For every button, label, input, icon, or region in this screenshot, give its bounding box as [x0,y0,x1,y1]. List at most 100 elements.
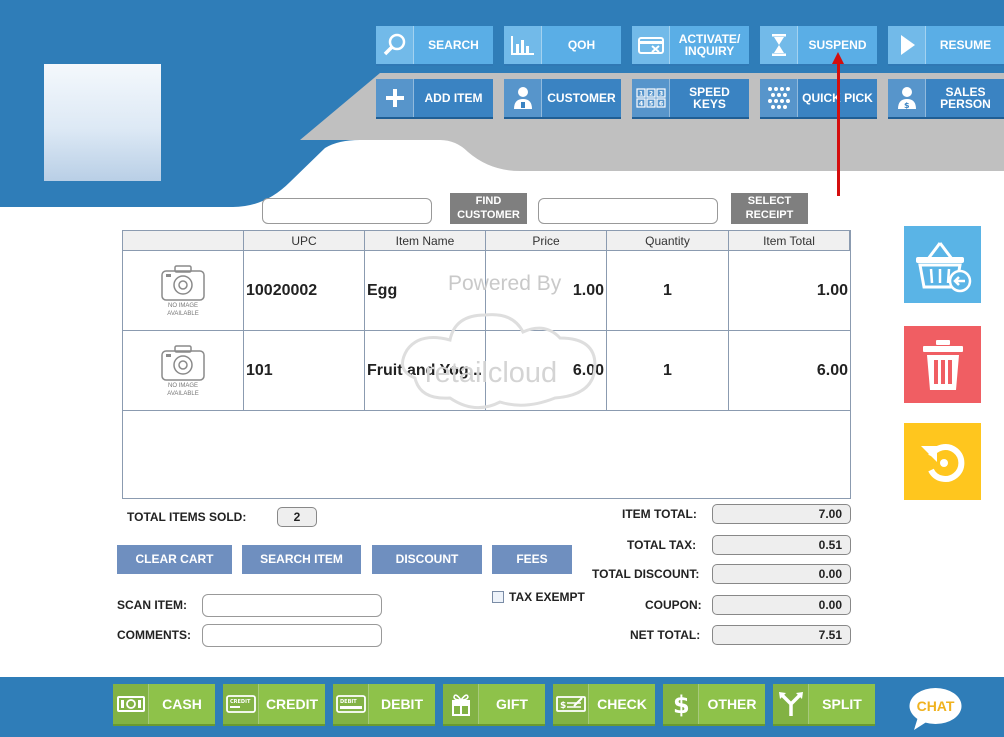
upc-cell: 101 [244,331,365,410]
cash-label: CASH [162,696,202,712]
add-item-button[interactable]: ADD ITEM [376,79,493,119]
hourglass-icon [760,26,798,64]
coupon-label: COUPON: [645,598,702,612]
total-tax-label: TOTAL TAX: [627,538,697,552]
clear-cart-button[interactable]: CLEAR CART [117,545,232,574]
credit-label: CREDIT [265,696,319,712]
qoh-button-label: QOH [567,38,596,52]
watermark-powered-by: Powered By [448,272,562,295]
magnifier-icon [376,26,414,64]
fees-button[interactable]: FEES [492,545,572,574]
delete-button[interactable] [904,326,981,403]
customer-icon [504,79,542,117]
svg-text:4: 4 [639,101,643,108]
suspend-button[interactable]: SUSPEND [760,26,877,66]
debit-card-icon: DEBIT [333,684,369,724]
scan-item-label: SCAN ITEM: [117,598,187,612]
return-basket-icon [915,241,971,292]
undo-button[interactable] [904,423,981,500]
grid-dots-icon [760,79,798,117]
customer-button[interactable]: CUSTOMER [504,79,621,119]
col-upc: UPC [244,231,365,251]
item-total-cell: 1.00 [816,281,848,299]
check-button[interactable]: $ CHECK [553,684,655,726]
svg-text:$: $ [673,691,690,718]
chat-button[interactable]: CHAT [908,687,963,731]
svg-text:CREDIT: CREDIT [230,699,251,705]
speed-keys-button[interactable]: 123 456 SPEED KEYS [632,79,749,119]
split-button[interactable]: SPLIT [773,684,875,726]
resume-button[interactable]: RESUME [888,26,1004,66]
item-total-cell: 6.00 [816,361,848,379]
activate-inquiry-button[interactable]: ACTIVATE/ INQUIRY [632,26,749,66]
gift-label: GIFT [496,696,528,712]
plus-icon [376,79,414,117]
resume-button-label: RESUME [939,38,992,52]
net-total-label: NET TOTAL: [630,628,701,642]
total-items-sold-value: 2 [277,507,317,527]
tax-exempt-checkbox[interactable] [492,591,504,603]
qoh-button[interactable]: QOH [504,26,621,66]
receipt-search-input[interactable] [538,198,718,224]
svg-text:$: $ [560,701,566,711]
no-image-text: NO IMAGE AVAILABLE [167,382,199,397]
annotation-arrow-shaft [837,58,840,196]
debit-button[interactable]: DEBIT DEBIT [333,684,435,726]
chat-label: CHAT [917,698,955,714]
play-icon [888,26,926,64]
discount-button[interactable]: DISCOUNT [372,545,482,574]
gift-button[interactable]: GIFT [443,684,545,726]
grid-header: UPC Item Name Price Quantity Item Total [123,231,850,251]
cash-button[interactable]: CASH [113,684,215,726]
credit-button[interactable]: CREDIT CREDIT [223,684,325,726]
coupon-value: 0.00 [712,595,851,615]
item-total-value: 7.00 [712,504,851,524]
card-inquiry-icon [632,26,670,64]
svg-text:$: $ [904,101,910,110]
customer-button-label: CUSTOMER [547,91,616,105]
quantity-cell: 1 [607,251,729,330]
select-receipt-button[interactable]: SELECT RECEIPT [731,193,808,224]
upc-cell: 10020002 [244,251,365,330]
price-cell: 6.00 [486,331,607,410]
total-discount-label: TOTAL DISCOUNT: [592,567,700,581]
item-image-cell: NO IMAGE AVAILABLE [123,251,244,330]
trash-icon [922,339,963,390]
total-tax-value: 0.51 [712,535,851,555]
customer-search-input[interactable] [262,198,432,224]
keypad-icon: 123 456 [632,79,670,117]
svg-text:3: 3 [659,91,663,98]
col-image [123,231,244,251]
comments-input[interactable] [202,624,382,647]
sales-person-label: SALES PERSON [940,85,991,111]
search-item-button[interactable]: SEARCH ITEM [242,545,361,574]
speed-keys-button-label: SPEED KEYS [689,85,730,111]
cart-grid: UPC Item Name Price Quantity Item Total … [122,230,851,499]
col-item-total: Item Total [729,231,850,251]
bar-chart-icon [504,26,542,64]
net-total-value: 7.51 [712,625,851,645]
no-image-placeholder: NO IMAGE AVAILABLE [160,264,206,318]
table-row[interactable]: NO IMAGE AVAILABLE 101 Fruit and Yog... … [123,331,850,411]
search-button[interactable]: SEARCH [376,26,493,66]
activate-inquiry-label: ACTIVATE/ INQUIRY [678,32,741,58]
other-button[interactable]: $ OTHER [663,684,765,726]
other-label: OTHER [707,696,757,712]
split-icon [773,684,809,724]
find-customer-button[interactable]: FIND CUSTOMER [450,193,527,224]
svg-text:6: 6 [659,101,663,108]
quick-pick-button[interactable]: QUICK PICK [760,79,877,119]
total-items-sold-label: TOTAL ITEMS SOLD: [127,510,247,524]
dollar-icon: $ [663,684,699,724]
col-item-name: Item Name [365,231,486,251]
scan-item-input[interactable] [202,594,382,617]
suspend-button-label: SUSPEND [808,38,867,52]
sales-person-button[interactable]: $ SALES PERSON [888,79,1004,119]
svg-text:5: 5 [649,101,653,108]
search-button-label: SEARCH [428,38,479,52]
store-logo-placeholder [44,64,161,181]
check-icon: $ [553,684,589,724]
svg-text:DEBIT: DEBIT [340,699,357,705]
undo-icon [920,443,964,482]
return-basket-button[interactable] [904,226,981,303]
